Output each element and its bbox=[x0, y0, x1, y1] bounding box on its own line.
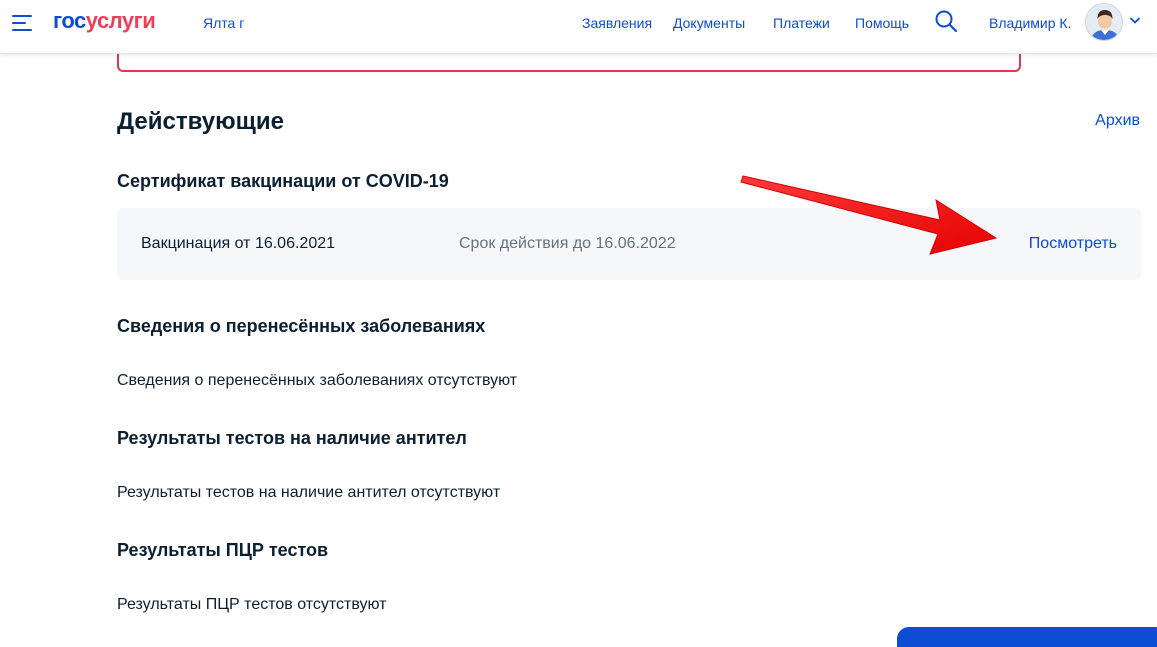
avatar[interactable] bbox=[1085, 3, 1123, 41]
search-icon[interactable] bbox=[934, 9, 958, 33]
archive-link[interactable]: Архив bbox=[1095, 111, 1140, 131]
region-selector[interactable]: Ялта г bbox=[203, 14, 244, 32]
antibodies-title: Результаты тестов на наличие антител bbox=[117, 428, 467, 448]
user-name[interactable]: Владимир К. bbox=[989, 14, 1071, 32]
menu-icon[interactable] bbox=[12, 14, 34, 32]
avatar-face-icon bbox=[1086, 4, 1122, 40]
antibodies-text: Результаты тестов на наличие антител отс… bbox=[117, 484, 501, 501]
nav-applications[interactable]: Заявления bbox=[582, 14, 652, 32]
vaccination-date: Вакцинация от 16.06.2021 bbox=[141, 235, 336, 252]
floating-button-edge[interactable] bbox=[897, 627, 1157, 647]
logo-part-uslugi: услуги bbox=[85, 8, 156, 33]
logo-part-gos: гос bbox=[53, 8, 86, 33]
certificate-title: Сертификат вакцинации от COVID-19 bbox=[117, 171, 449, 191]
nav-payments[interactable]: Платежи bbox=[773, 14, 830, 32]
pcr-text: Результаты ПЦР тестов отсутствуют bbox=[117, 596, 387, 613]
view-certificate-link[interactable]: Посмотреть bbox=[1029, 234, 1117, 254]
diseases-text: Сведения о перенесённых заболеваниях отс… bbox=[117, 372, 518, 389]
nav-help[interactable]: Помощь bbox=[855, 14, 909, 32]
certificate-card[interactable]: Вакцинация от 16.06.2021 Срок действия д… bbox=[117, 208, 1141, 280]
nav-documents[interactable]: Документы bbox=[673, 14, 745, 32]
page-section-title: Действующие bbox=[117, 108, 284, 135]
gosuslugi-logo[interactable]: госуслуги bbox=[53, 7, 156, 35]
validity-period: Срок действия до 16.06.2022 bbox=[459, 235, 676, 252]
chevron-down-icon[interactable] bbox=[1129, 15, 1141, 25]
pcr-title: Результаты ПЦР тестов bbox=[117, 540, 329, 560]
top-header: госуслуги Ялта г Заявления Документы Пла… bbox=[0, 0, 1157, 54]
diseases-title: Сведения о перенесённых заболеваниях bbox=[117, 316, 486, 336]
